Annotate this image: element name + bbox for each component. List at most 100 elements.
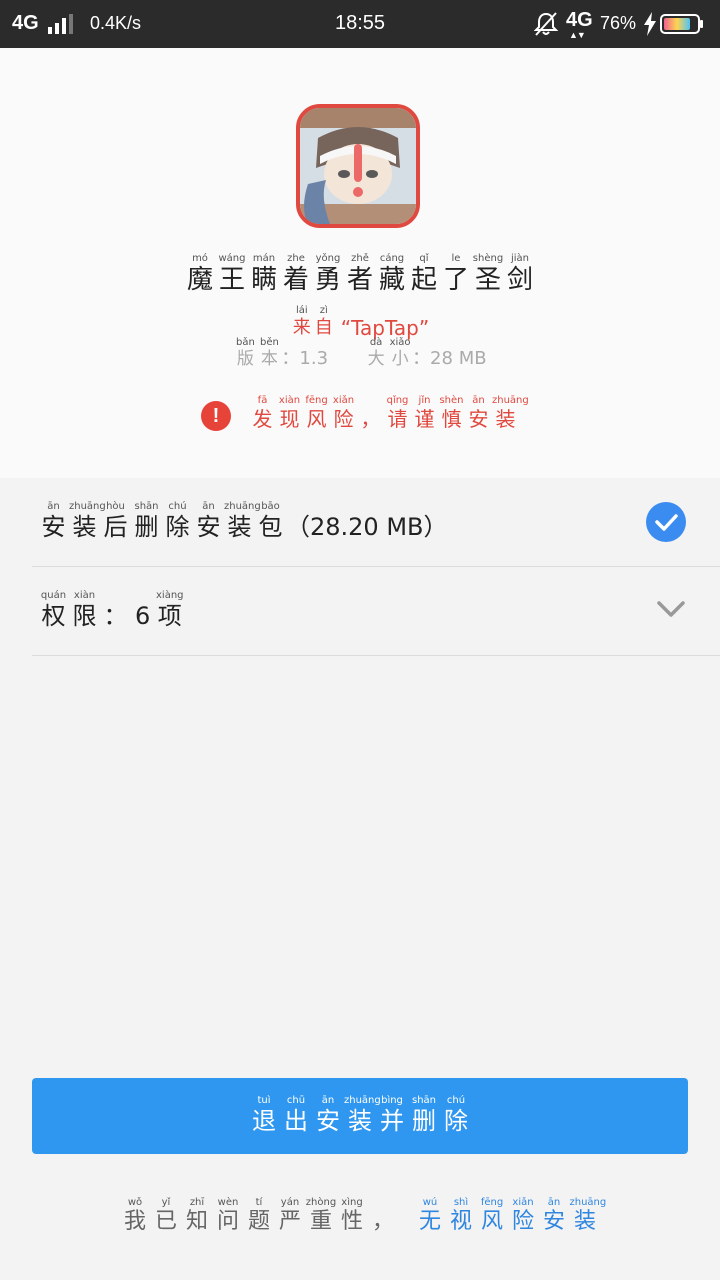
permissions-unit-char: xiàng 项 <box>154 589 185 630</box>
pinyin: xiǎn <box>512 1197 534 1208</box>
pinyin: zhuāng <box>69 501 106 512</box>
title-char: le 了 <box>440 252 472 295</box>
button-label-char: tuì 退 <box>248 1094 280 1135</box>
title-char: qǐ 起 <box>408 252 440 295</box>
button-label-char: zhuāng 装 <box>344 1094 381 1135</box>
hanzi: 问 <box>216 1209 239 1234</box>
pinyin: fēng <box>480 1197 504 1208</box>
hanzi: 退 <box>252 1107 276 1135</box>
hanzi: 发 <box>252 407 273 431</box>
pinyin: mán <box>252 253 276 264</box>
footer-link-char: shì 视 <box>446 1196 477 1235</box>
data-arrows-icon: ▲▼ <box>569 30 586 40</box>
hanzi: 题 <box>247 1209 270 1234</box>
hanzi: ： <box>103 602 128 630</box>
pinyin: zhuāng <box>344 1095 381 1106</box>
pinyin: zhuāng <box>224 501 261 512</box>
pinyin: ān <box>202 501 215 512</box>
hanzi: ， <box>360 407 381 431</box>
hanzi: 魔 <box>186 265 213 295</box>
app-meta: bǎn 版 běn 本：1.3 dà 大 xiǎo 小：28 MB <box>0 336 720 369</box>
title-char: zhe 着 <box>280 252 312 295</box>
footer-link-char: wú 无 <box>415 1196 446 1235</box>
version-label-char: bǎn 版 <box>233 336 257 369</box>
ignore-risk-install-link[interactable]: wú 无 shì 视 fēng 风 xiǎn 险 ān 安 zhuāng 装 <box>415 1196 607 1235</box>
hanzi: 王 <box>218 265 245 295</box>
footer-char: tí 题 <box>244 1196 275 1235</box>
pinyin: zhuāng <box>492 395 529 406</box>
pinyin: mó <box>192 253 208 264</box>
pinyin: qǐng <box>386 395 409 406</box>
checkmark-icon <box>655 514 678 531</box>
warning-char: shèn 慎 <box>438 394 465 431</box>
package-size: （28.20 MB） <box>286 513 448 541</box>
hanzi: 除 <box>165 513 190 541</box>
pinyin <box>357 394 384 407</box>
title-char: yǒng 勇 <box>312 252 344 295</box>
pinyin: tuì <box>257 1095 271 1106</box>
pinyin: zhòng <box>305 1197 337 1208</box>
version-label-char: běn 本 <box>257 336 281 369</box>
delete-package-label-char: hòu 后 <box>100 500 131 541</box>
pinyin: yán <box>280 1197 300 1208</box>
pinyin: zhī <box>189 1197 205 1208</box>
footer-link-char: zhuāng 装 <box>570 1196 607 1235</box>
footer-char: xìng 性 <box>337 1196 368 1235</box>
pinyin: yǒng <box>315 253 341 264</box>
hanzi: 了 <box>442 265 469 295</box>
hanzi: 安 <box>41 513 66 541</box>
app-artwork-icon <box>300 108 416 224</box>
pinyin: zhe <box>287 253 305 264</box>
footer-link-char: fēng 风 <box>477 1196 508 1235</box>
delete-package-label-char: ān 安 <box>193 500 224 541</box>
pinyin: xiàn <box>278 395 301 406</box>
size-label-char: dà 大 <box>364 336 388 369</box>
hanzi: 装 <box>72 513 97 541</box>
hanzi: 圣 <box>474 265 501 295</box>
hanzi: 大 <box>367 349 385 369</box>
pinyin: le <box>451 253 461 264</box>
hanzi: 视 <box>449 1209 472 1234</box>
pinyin: chū <box>286 1095 306 1106</box>
pinyin: shān <box>134 501 159 512</box>
hanzi: 我 <box>123 1209 146 1234</box>
title-char: wáng 王 <box>216 252 248 295</box>
title-char: zhě 者 <box>344 252 376 295</box>
hanzi: 权 <box>41 602 66 630</box>
footer-char: yán 严 <box>275 1196 306 1235</box>
footer-link-char: ān 安 <box>539 1196 570 1235</box>
hanzi: 险 <box>511 1209 534 1234</box>
hanzi: 安 <box>468 407 489 431</box>
hanzi: 装 <box>348 1107 372 1135</box>
pinyin: xiàn <box>73 590 96 601</box>
button-label-char: chū 出 <box>280 1094 312 1135</box>
chevron-down-icon[interactable] <box>656 597 686 621</box>
hanzi: 风 <box>480 1209 503 1234</box>
hanzi: ， <box>371 1209 394 1234</box>
delete-package-label-char: shān 删 <box>131 500 162 541</box>
delete-package-label-char: bāo 包 <box>255 500 286 541</box>
footer-char: zhī 知 <box>182 1196 213 1235</box>
pinyin: wú <box>422 1197 438 1208</box>
delete-package-option[interactable]: ān 安 zhuāng 装 hòu 后 shān 删 chú 除 ān 安 zhuāng 装 bāo 包（28… <box>32 478 720 567</box>
hanzi: 现 <box>279 407 300 431</box>
delete-package-label-char: chú 除 <box>162 500 193 541</box>
button-label-char: bìng 并 <box>376 1094 408 1135</box>
hanzi: 慎 <box>441 407 462 431</box>
footer-char: zhòng 重 <box>306 1196 337 1235</box>
exit-and-delete-button[interactable]: tuì 退 chū 出 ān 安 zhuāng 装 bìng 并 shān 删 chú 除 <box>32 1078 688 1154</box>
hanzi: 者 <box>346 265 373 295</box>
hanzi: 藏 <box>378 265 405 295</box>
hanzi: 安 <box>542 1209 565 1234</box>
delete-package-checkbox[interactable] <box>646 502 686 542</box>
title-char: shèng 圣 <box>472 252 504 295</box>
pinyin: xiǎn <box>332 395 355 406</box>
warning-char: fēng 风 <box>303 394 330 431</box>
pinyin: wèn <box>217 1197 239 1208</box>
permissions-row[interactable]: quán 权 xiàn 限： 6 xiàng 项 <box>32 567 720 656</box>
exclamation-icon: ! <box>201 401 231 431</box>
delete-package-label-char: zhuāng 装 <box>69 500 106 541</box>
pinyin: fā <box>257 395 268 406</box>
hanzi: 本 <box>260 349 278 369</box>
battery-percent: 76% <box>600 13 637 33</box>
